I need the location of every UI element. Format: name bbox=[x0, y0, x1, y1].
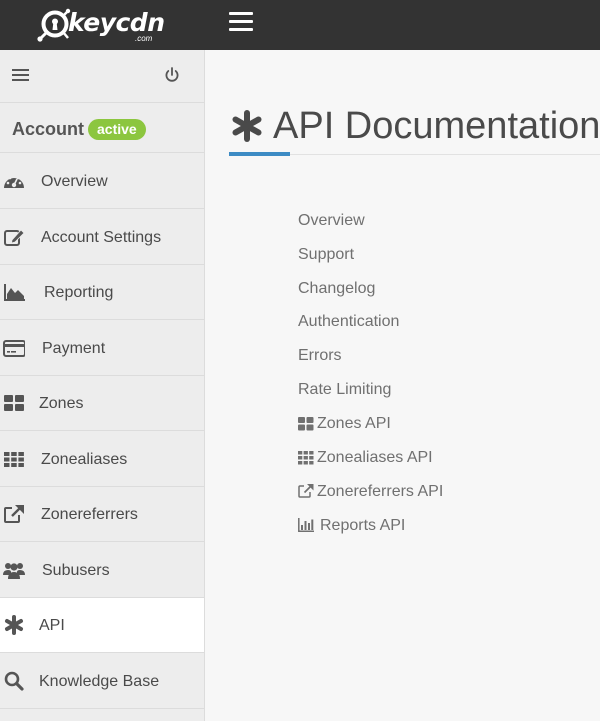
sidebar-item-zonereferrers[interactable]: Zonereferrers bbox=[0, 487, 204, 542]
sidebar-toolbar bbox=[0, 50, 204, 103]
doc-link-authentication[interactable]: Authentication bbox=[298, 312, 399, 332]
sidebar-item-label: Subusers bbox=[42, 562, 110, 579]
sidebar-item-label: Zones bbox=[39, 395, 84, 412]
keyhole-logo-icon bbox=[37, 8, 71, 42]
doc-link-errors[interactable]: Errors bbox=[298, 346, 342, 366]
main-content: API Documentation Overview Support Chang… bbox=[205, 50, 600, 721]
sidebar-item-label: Payment bbox=[42, 340, 106, 357]
credit-card-icon bbox=[3, 340, 25, 357]
doc-link-zonereferrers-api[interactable]: Zonereferrers API bbox=[317, 482, 443, 502]
sidebar-item-zonealiases[interactable]: Zonealiases bbox=[0, 432, 204, 487]
account-status-row: Account active bbox=[0, 103, 204, 153]
th-icon bbox=[4, 452, 24, 467]
power-icon[interactable] bbox=[163, 66, 181, 84]
account-label: Account bbox=[12, 119, 84, 139]
sidebar-item-label: Account Settings bbox=[41, 229, 162, 246]
doc-link-overview[interactable]: Overview bbox=[298, 211, 365, 231]
asterisk-icon bbox=[232, 110, 262, 142]
brand-name: keycdn bbox=[68, 8, 165, 37]
sidebar-item-payment[interactable]: Payment bbox=[0, 321, 204, 376]
sidebar-item-knowledge-base[interactable]: Knowledge Base bbox=[0, 654, 204, 709]
th-large-icon bbox=[298, 417, 314, 431]
th-large-icon bbox=[4, 395, 24, 411]
external-link-icon bbox=[4, 505, 24, 523]
sidebar-item-reporting[interactable]: Reporting bbox=[0, 265, 204, 320]
status-badge: active bbox=[88, 119, 146, 140]
doc-link-changelog[interactable]: Changelog bbox=[298, 279, 375, 299]
sidebar-item-label: API bbox=[39, 617, 65, 634]
sidebar: Account active Overview Account Settings… bbox=[0, 50, 205, 721]
doc-link-rate-limiting[interactable]: Rate Limiting bbox=[298, 380, 391, 400]
edit-icon bbox=[4, 229, 25, 246]
sidebar-item-label: Reporting bbox=[44, 284, 114, 301]
hamburger-icon[interactable] bbox=[229, 11, 253, 33]
brand-domain: .com bbox=[135, 34, 153, 43]
doc-link-reports-api[interactable]: Reports API bbox=[320, 516, 405, 536]
top-navbar: keycdn .com bbox=[0, 0, 600, 50]
bar-chart-icon bbox=[298, 518, 314, 532]
hamburger-icon[interactable] bbox=[12, 69, 29, 83]
sidebar-item-label: Zonereferrers bbox=[41, 506, 138, 523]
sidebar-item-label: Knowledge Base bbox=[39, 673, 160, 690]
external-link-icon bbox=[298, 484, 314, 498]
sidebar-item-zones[interactable]: Zones bbox=[0, 376, 204, 431]
doc-link-zones-api[interactable]: Zones API bbox=[317, 414, 391, 434]
users-icon bbox=[3, 563, 25, 579]
search-icon bbox=[4, 671, 24, 691]
dashboard-icon bbox=[4, 174, 24, 188]
area-chart-icon bbox=[4, 284, 25, 301]
sidebar-item-api[interactable]: API bbox=[0, 598, 204, 653]
page-title: API Documentation bbox=[273, 105, 600, 147]
sidebar-item-label: Zonealiases bbox=[41, 451, 128, 468]
doc-link-support[interactable]: Support bbox=[298, 245, 354, 265]
title-accent-bar bbox=[229, 152, 290, 156]
sidebar-item-subusers[interactable]: Subusers bbox=[0, 543, 204, 598]
sidebar-item-account-settings[interactable]: Account Settings bbox=[0, 210, 204, 265]
sidebar-item-label: Overview bbox=[41, 173, 108, 190]
th-icon bbox=[298, 451, 314, 465]
asterisk-icon bbox=[5, 615, 23, 635]
doc-link-zonealiases-api[interactable]: Zonealiases API bbox=[317, 448, 433, 468]
sidebar-item-overview[interactable]: Overview bbox=[0, 154, 204, 209]
